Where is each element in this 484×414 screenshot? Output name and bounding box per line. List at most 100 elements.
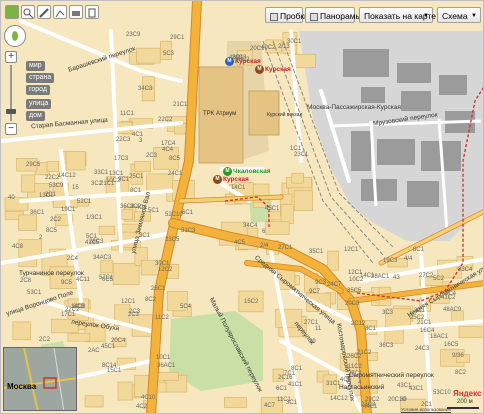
building-number: 5С1 [148, 208, 160, 214]
minimap-city-label: Москва [7, 382, 37, 391]
print-icon[interactable] [69, 5, 83, 19]
building-number: 22С2 [45, 175, 60, 181]
link-icon[interactable] [85, 5, 99, 19]
building [84, 395, 104, 408]
building-number: 45С1 [101, 344, 116, 350]
building-number: 53С10 [433, 390, 451, 396]
building-number: 3С3 [382, 310, 394, 316]
ruler-icon[interactable] [37, 5, 51, 19]
building [293, 190, 313, 212]
building-number: 19С3 [383, 258, 398, 264]
map-view[interactable]: Барашевский переулок Москва-Пассажирская… [0, 0, 484, 414]
terms-link[interactable]: Условия использования [401, 407, 451, 412]
building-number: 33С4 [458, 267, 473, 273]
building [265, 221, 290, 235]
building [12, 321, 31, 341]
building [46, 161, 59, 172]
traffic-button[interactable]: Пробки [265, 7, 309, 23]
building-number: 20С3 [232, 55, 247, 61]
building-number: 23С9 [126, 32, 141, 38]
building-number: 22С2 [158, 117, 173, 123]
building-number: 4С2 [136, 404, 148, 410]
metro-label-chkalovskaya: Чкаловская [233, 168, 271, 175]
building-number: 2С8 [20, 278, 32, 284]
building [458, 326, 483, 339]
building-number: 21С1 [417, 320, 432, 326]
zoom-slider-handle[interactable] [6, 109, 16, 114]
building-number: 8С5 [169, 156, 181, 162]
building-number: 41С1 [288, 382, 303, 388]
map-marker-icon[interactable] [5, 5, 19, 19]
building-number: 3С2 [130, 204, 142, 210]
building-number: 30С1 [155, 261, 170, 267]
building-number: 14С12 [330, 396, 348, 402]
map-type-dropdown[interactable]: Схема ▼ [437, 7, 481, 23]
building-number: 2С3 [129, 309, 141, 315]
building [100, 260, 114, 274]
street-label: Настасьинский [339, 384, 385, 391]
zoom-in-button[interactable]: + [5, 51, 17, 63]
building [121, 209, 134, 220]
building-number: 34С3 [138, 86, 153, 92]
map-type-label: Схема [442, 11, 468, 21]
metro-icon: M [213, 175, 222, 184]
building-number: 9С7 [309, 289, 321, 295]
building [136, 47, 161, 64]
building-number: 17С1 [61, 312, 76, 318]
building-number: 10С1 [156, 355, 171, 361]
zoom-level-country[interactable]: страна [26, 73, 55, 83]
metro-icon: M [223, 167, 232, 176]
zoom-level-world[interactable]: мир [26, 61, 45, 71]
building-number: 6С1 [182, 210, 194, 216]
building-number: 33С1 [94, 170, 109, 176]
magnifier-zoom-icon[interactable] [21, 5, 35, 19]
building-number: 5С1 [86, 234, 98, 240]
building-number: 4С10 [141, 395, 156, 401]
chevron-down-icon: ▼ [423, 13, 429, 19]
building-number: 12С1 [344, 247, 359, 253]
building-number: 9С3 [315, 280, 327, 286]
building-number: 43С1 [397, 383, 412, 389]
building-number: 5С3 [163, 51, 175, 57]
building-number: 7С1 [284, 371, 296, 377]
building-number: 26С2 [347, 354, 362, 360]
building-number: 4С5 [340, 377, 352, 383]
building-number: 15С1 [107, 368, 122, 374]
building-number: 2С1 [45, 192, 57, 198]
street-label: Турчанинов переулок [19, 270, 84, 277]
building-number: 24С7 [327, 282, 342, 288]
traffic-icon [270, 12, 278, 21]
zoom-out-button[interactable]: − [5, 123, 17, 135]
building [224, 397, 247, 409]
street-label: Москва-Пассажирская-Курская [307, 104, 401, 111]
panoramas-button[interactable]: Панорамы [305, 7, 362, 23]
building-number: 29С1 [170, 35, 185, 41]
minimap[interactable]: Москва [3, 347, 77, 411]
building-number: 2С12 [351, 321, 366, 327]
building-number: 53С1 [27, 290, 42, 296]
building-number: 14С1 [231, 185, 246, 191]
pan-control[interactable] [4, 25, 26, 47]
zoom-level-house[interactable]: дом [26, 111, 45, 121]
building [280, 204, 294, 225]
building [98, 225, 116, 235]
building-number: 12С2 [158, 267, 173, 273]
building-number: 17С3 [114, 156, 129, 162]
zoom-level-city[interactable]: город [26, 85, 51, 95]
show-on-map-dropdown[interactable]: Показать на карте ▼ [359, 7, 436, 23]
scale-label: 200 м [457, 399, 473, 405]
building-number: 15 [72, 185, 79, 191]
building-number: 6 [262, 229, 266, 235]
railway-area [299, 31, 483, 241]
building-number: 14С3 [71, 304, 86, 310]
building-number: 2С4 [67, 256, 79, 262]
building [268, 210, 282, 221]
building-number: 2 [39, 235, 43, 241]
route-icon[interactable] [53, 5, 67, 19]
zoom-level-street[interactable]: улица [26, 99, 52, 109]
building-number: 18АС1 [430, 334, 449, 340]
building-number: 4/4 [404, 256, 413, 262]
building-number: 11С1 [277, 397, 291, 403]
building [327, 250, 339, 271]
building-number: 28АС1 [371, 274, 390, 280]
